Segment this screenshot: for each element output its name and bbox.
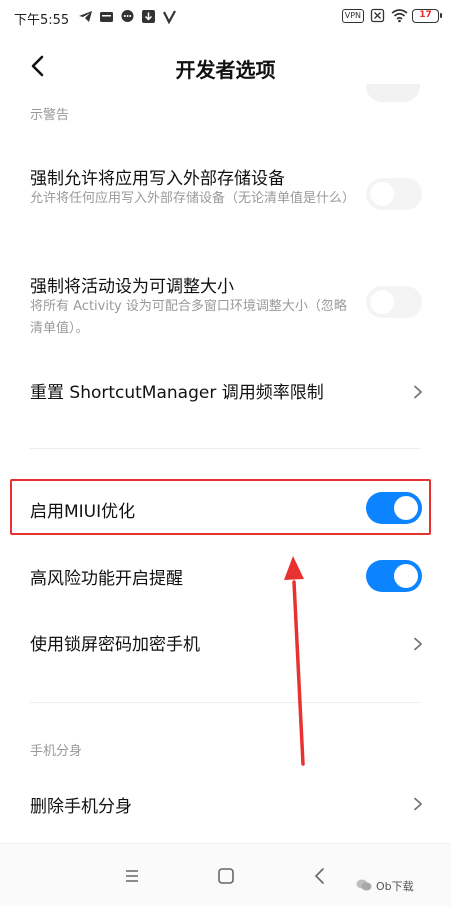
list-item-title: 重置 ShortcutManager 调用频率限制 <box>30 383 324 403</box>
home-icon[interactable] <box>216 866 236 886</box>
partial-toggle[interactable] <box>366 84 420 102</box>
section-header: 手机分身 <box>30 744 83 759</box>
list-item-title: 高风险功能开启提醒 <box>30 569 183 589</box>
list-item-title: 强制允许将应用写入外部存储设备 <box>30 169 285 189</box>
page-title: 开发者选项 <box>175 58 276 82</box>
back-icon[interactable] <box>310 866 330 886</box>
v-app-icon <box>162 9 177 25</box>
status-bar: 下午5:55 VPN 17 <box>0 0 451 34</box>
toggle-switch[interactable] <box>366 178 422 210</box>
divider <box>30 702 421 703</box>
toggle-switch[interactable] <box>366 286 422 318</box>
highlight-box <box>10 479 431 535</box>
toggle-knob <box>370 182 394 206</box>
toggle-knob <box>394 564 418 588</box>
annotation-arrow-icon <box>284 556 305 766</box>
list-item-reset-shortcutmanager[interactable]: 重置 ShortcutManager 调用频率限制 <box>0 362 451 420</box>
chevron-right-icon <box>411 796 425 811</box>
sim-icon <box>370 8 385 23</box>
list-item-subtitle: 将所有 Activity 设为可配合多窗口环境调整大小（忽略清单值）。 <box>30 299 347 336</box>
watermark-text: Ob下载 <box>376 880 414 893</box>
download-icon <box>141 9 156 24</box>
list-item-title: 使用锁屏密码加密手机 <box>30 635 200 655</box>
nav-bar <box>0 843 451 906</box>
divider <box>30 448 421 449</box>
status-left-icons <box>78 9 177 25</box>
menu-icon[interactable] <box>122 866 142 886</box>
telegram-icon <box>78 9 93 24</box>
list-item-subtitle: 允许将任何应用写入外部存储设备（无论清单值是什么） <box>30 191 356 206</box>
toggle-knob <box>370 290 394 314</box>
chevron-right-icon <box>411 384 425 399</box>
list-item-delete-second-space[interactable]: 删除手机分身 <box>0 776 451 830</box>
wifi-icon <box>391 8 408 23</box>
notification-box-icon <box>99 9 114 24</box>
partial-row-text: 示警告 <box>30 108 70 123</box>
list-item-title: 强制将活动设为可调整大小 <box>30 277 234 297</box>
wechat-icon <box>356 879 372 891</box>
list-item-title: 删除手机分身 <box>30 797 132 817</box>
status-right-icons: VPN 17 <box>341 8 442 23</box>
list-item-force-external-storage[interactable]: 强制允许将应用写入外部存储设备 允许将任何应用写入外部存储设备（无论清单值是什么… <box>0 150 451 240</box>
list-item-encrypt-phone[interactable]: 使用锁屏密码加密手机 <box>0 616 451 670</box>
toggle-switch[interactable] <box>366 560 422 592</box>
list-item-resizable-activity[interactable]: 强制将活动设为可调整大小 将所有 Activity 设为可配合多窗口环境调整大小… <box>0 258 451 348</box>
list-item-high-risk-reminder[interactable]: 高风险功能开启提醒 <box>0 550 451 604</box>
chat-icon <box>120 9 135 24</box>
battery-icon: 17 <box>412 8 442 23</box>
chevron-right-icon <box>411 636 425 651</box>
vpn-icon: VPN <box>341 8 364 23</box>
status-time: 下午5:55 <box>14 13 70 28</box>
